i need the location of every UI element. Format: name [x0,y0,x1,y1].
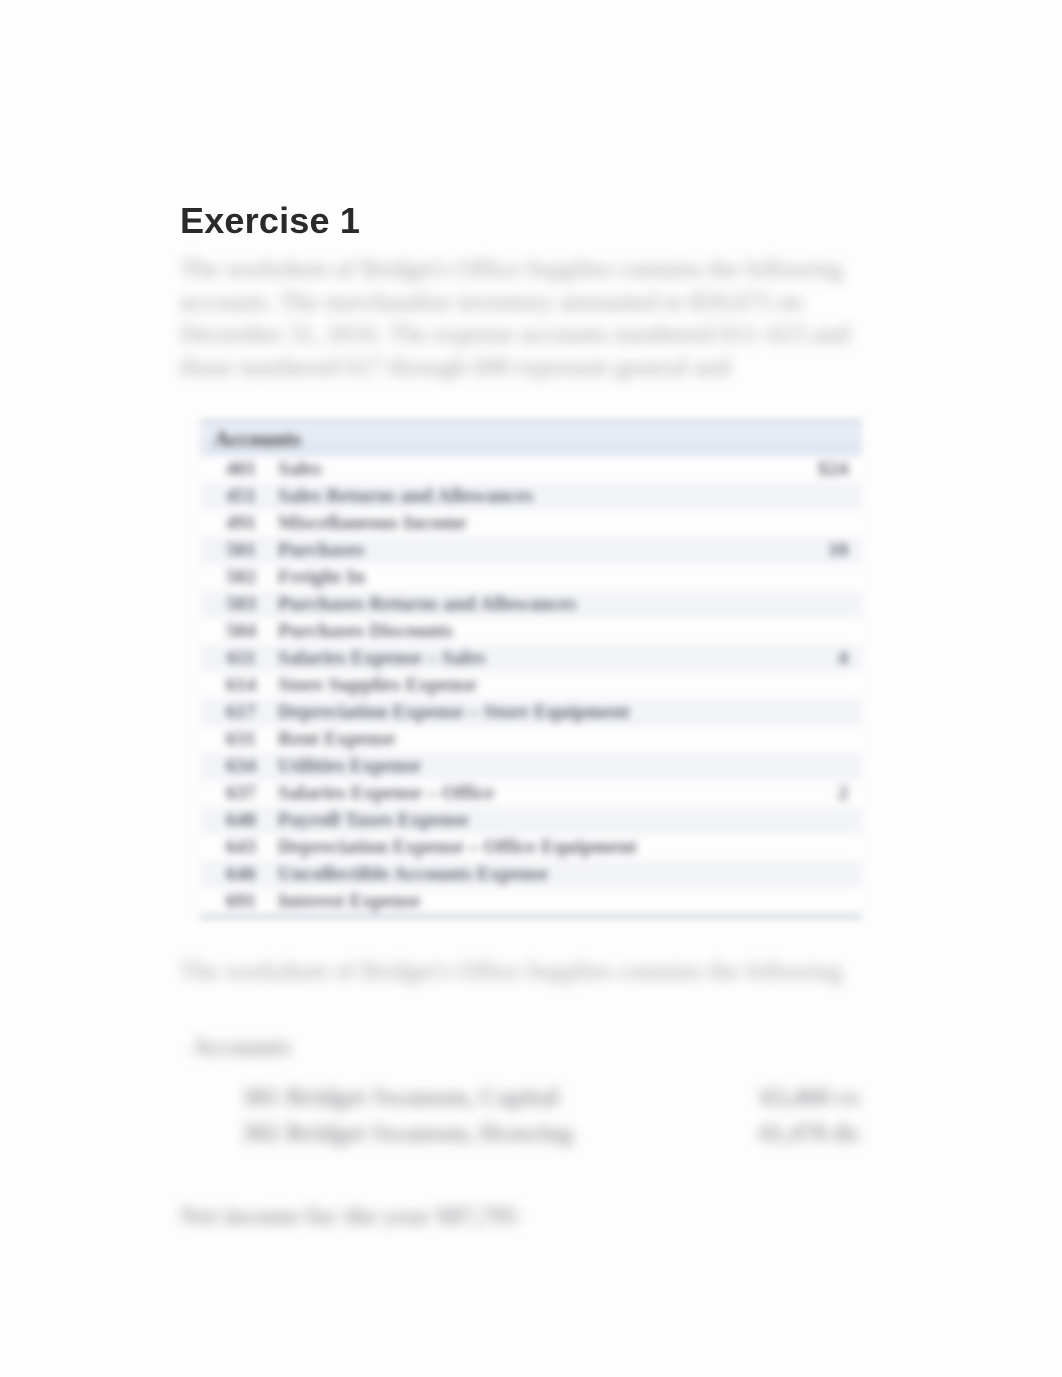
account-number: 643 [214,836,274,859]
account-name: Interest Expense [274,890,778,913]
account-name: Uncollectible Accounts Expense [274,863,778,886]
account-number: 640 [214,809,274,832]
table-row: 637Salaries Expense – Office2 [200,780,862,807]
account-number: 401 [214,458,274,481]
intro-paragraph: The worksheet of Bridget's Office Suppli… [180,254,882,384]
table-row: 503Purchases Returns and Allowances [200,591,862,618]
table-row: 631Rent Expense [200,726,862,753]
owner-account-row: 302 Bridget Swanson, Drawing 41,470 dr. [242,1116,882,1152]
owner-account-label: 302 Bridget Swanson, Drawing [242,1116,662,1152]
table-row: 614Store Supplies Expense [200,672,862,699]
account-name: Purchases Discounts [274,620,778,643]
account-name: Payroll Taxes Expense [274,809,778,832]
owner-accounts-block: Accounts 301 Bridget Swanson, Capital 63,… [180,1034,882,1153]
account-number: 637 [214,782,274,805]
table-row: 640Payroll Taxes Expense [200,807,862,834]
owner-account-value: 41,470 dr. [702,1116,862,1152]
account-number: 491 [214,512,274,535]
net-income-line: Net income for the year $87,795 [180,1203,882,1231]
accounts-table: Accounts 401Sales$24451Sales Returns and… [200,420,862,918]
owner-account-row: 301 Bridget Swanson, Capital 63,460 cr. [242,1080,882,1116]
table-row: 401Sales$24 [200,456,862,483]
table-row: 634Utilities Expense [200,753,862,780]
owner-account-label: 301 Bridget Swanson, Capital [242,1080,662,1116]
account-name: Salaries Expense – Sales [274,647,778,670]
body-line-2: The worksheet of Bridget's Office Suppli… [180,958,882,986]
account-number: 691 [214,890,274,913]
table-row: 502Freight In [200,564,862,591]
table-row: 617Depreciation Expense – Store Equipmen… [200,699,862,726]
account-number: 504 [214,620,274,643]
account-name: Sales [274,458,778,481]
account-amount: 2 [778,782,848,805]
table-row: 501Purchases10 [200,537,862,564]
table-row: 451Sales Returns and Allowances [200,483,862,510]
account-name: Utilities Expense [274,755,778,778]
account-amount: 10 [778,539,848,562]
owner-account-value: 63,460 cr. [702,1080,862,1116]
account-number: 631 [214,728,274,751]
table-row: 491Miscellaneous Income [200,510,862,537]
account-number: 502 [214,566,274,589]
account-number: 646 [214,863,274,886]
owner-accounts-heading: Accounts [192,1034,882,1062]
account-number: 634 [214,755,274,778]
account-name: Miscellaneous Income [274,512,778,535]
table-row: 646Uncollectible Accounts Expense [200,861,862,888]
account-name: Purchases Returns and Allowances [274,593,778,616]
account-name: Freight In [274,566,778,589]
account-number: 501 [214,539,274,562]
exercise-heading: Exercise 1 [180,200,882,242]
account-name: Salaries Expense – Office [274,782,778,805]
account-name: Depreciation Expense – Store Equipment [274,701,778,724]
table-row: 504Purchases Discounts [200,618,862,645]
account-number: 614 [214,674,274,697]
account-name: Store Supplies Expense [274,674,778,697]
document-page: Exercise 1 The worksheet of Bridget's Of… [0,0,1062,1377]
account-name: Sales Returns and Allowances [274,485,778,508]
table-row: 691Interest Expense [200,888,862,915]
account-number: 617 [214,701,274,724]
table-row: 611Salaries Expense – Sales4 [200,645,862,672]
account-number: 611 [214,647,274,670]
account-amount: 4 [778,647,848,670]
account-name: Depreciation Expense – Office Equipment [274,836,778,859]
account-number: 451 [214,485,274,508]
account-name: Rent Expense [274,728,778,751]
account-number: 503 [214,593,274,616]
account-amount: $24 [778,458,848,481]
table-row: 643Depreciation Expense – Office Equipme… [200,834,862,861]
account-name: Purchases [274,539,778,562]
table-header: Accounts [200,422,862,456]
